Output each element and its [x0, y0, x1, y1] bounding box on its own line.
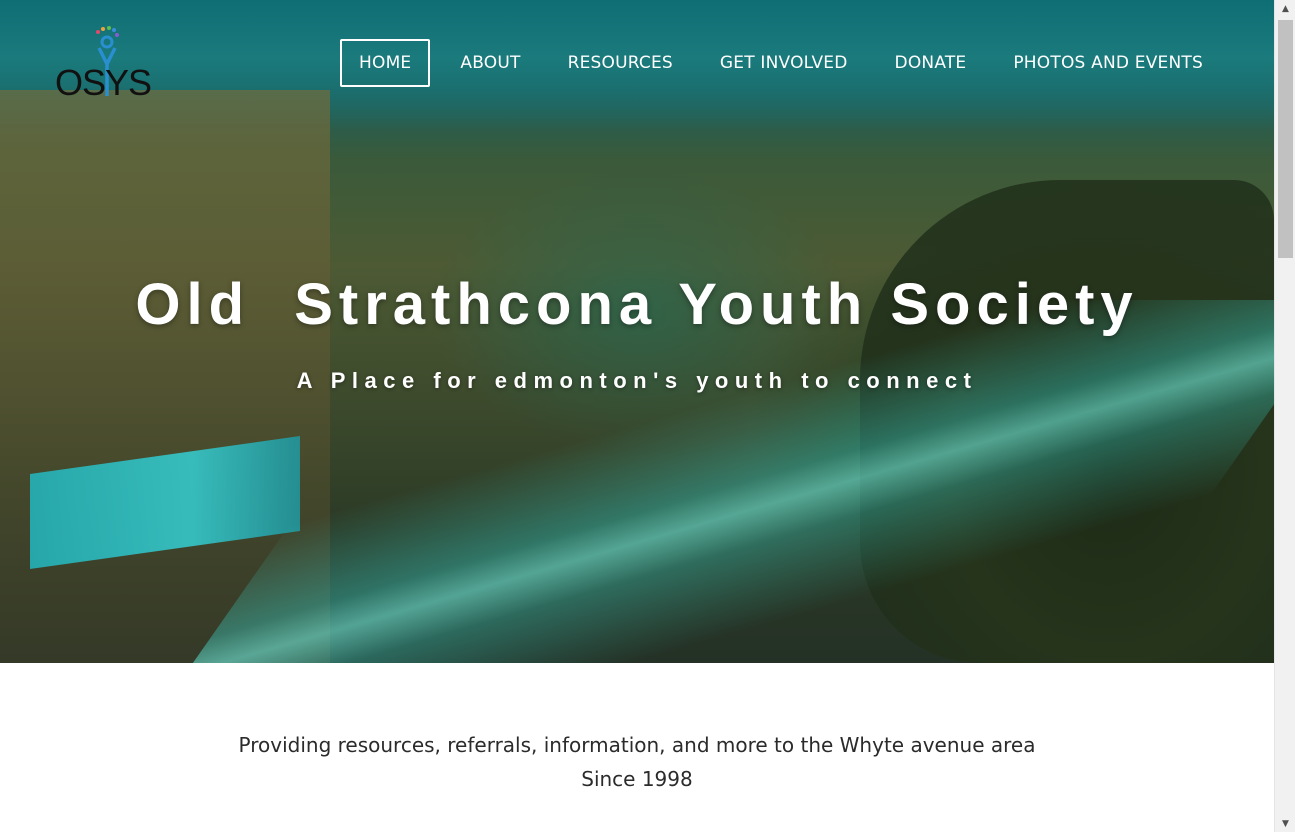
- hero-banner: OSYS HOME ABOUT RESOURCES GET INVOLVED DONAT…: [0, 0, 1274, 663]
- chevron-down-icon[interactable]: ▼: [1275, 815, 1295, 832]
- tagline: Providing resources, referrals, informat…: [0, 728, 1274, 796]
- tagline-line-2: Since 1998: [581, 767, 693, 791]
- nav-item-resources[interactable]: RESOURCES: [551, 39, 690, 87]
- tagline-line-1: Providing resources, referrals, informat…: [238, 733, 1036, 757]
- chevron-up-icon[interactable]: ▲: [1275, 0, 1295, 17]
- main-nav: HOME ABOUT RESOURCES GET INVOLVED DONATE PHOT…: [340, 38, 1233, 88]
- scrollbar-thumb[interactable]: [1278, 20, 1293, 258]
- nav-item-get-involved[interactable]: GET INVOLVED: [703, 39, 865, 87]
- nav-item-photos-and-events[interactable]: PHOTOS AND EVENTS: [996, 39, 1220, 87]
- hero-subtitle: A Place for edmonton's youth to connect: [296, 368, 978, 393]
- nav-item-about[interactable]: ABOUT: [443, 39, 537, 87]
- site-logo[interactable]: OSYS: [55, 26, 152, 103]
- page-title: Old Strathcona Youth Society: [135, 271, 1139, 337]
- logo-text: OSYS: [55, 62, 152, 103]
- nav-item-home[interactable]: HOME: [340, 39, 431, 87]
- page-scrollbar[interactable]: ▲ ▼: [1274, 0, 1295, 832]
- nav-item-donate[interactable]: DONATE: [878, 39, 984, 87]
